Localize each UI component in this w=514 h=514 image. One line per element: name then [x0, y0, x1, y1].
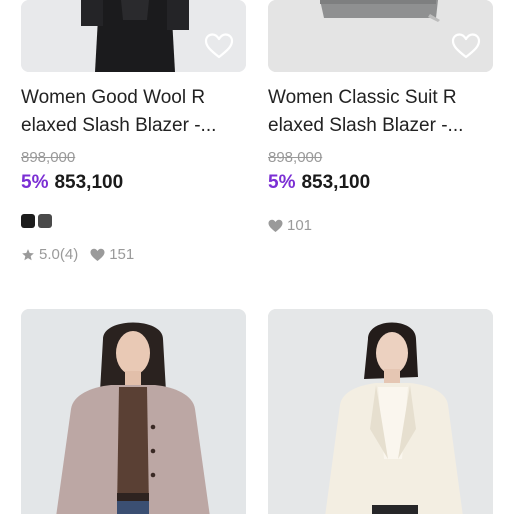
product-name-line: elaxed Slash Blazer -... [21, 115, 217, 136]
wishlist-button[interactable] [451, 32, 481, 60]
sale-price-row: 5% 853,100 [268, 172, 370, 194]
review-meta: 101 [268, 217, 312, 234]
original-price: 898,000 [268, 149, 323, 166]
review-meta: 5.0(4) 151 [21, 246, 134, 263]
product-image[interactable] [21, 309, 246, 514]
pink-jacket-model-photo [21, 309, 246, 514]
heart-filled-icon [90, 248, 105, 261]
product-name[interactable]: Women Good Wool R elaxed Slash Blazer -.… [21, 84, 246, 140]
ivory-blazer-model-photo [268, 309, 493, 514]
sale-price-row: 5% 853,100 [21, 172, 123, 194]
sale-price: 853,100 [301, 172, 371, 193]
like-count: 151 [109, 246, 135, 263]
discount-rate: 5% [21, 172, 49, 193]
discount-rate: 5% [268, 172, 296, 193]
color-swatch-black[interactable] [21, 214, 35, 228]
heart-outline-icon [204, 33, 234, 59]
rating-text: 5.0(4) [39, 246, 79, 263]
product-name-line: Women Classic Suit R [268, 87, 457, 108]
product-image[interactable] [21, 0, 246, 72]
like-count: 101 [287, 217, 313, 234]
wishlist-button[interactable] [204, 32, 234, 60]
color-swatches [21, 214, 52, 228]
heart-filled-icon [268, 219, 283, 232]
sale-price: 853,100 [54, 172, 124, 193]
color-swatch-charcoal[interactable] [38, 214, 52, 228]
original-price: 898,000 [21, 149, 76, 166]
product-image[interactable] [268, 309, 493, 514]
product-name-line: Women Good Wool R [21, 87, 206, 108]
product-name[interactable]: Women Classic Suit R elaxed Slash Blazer… [268, 84, 493, 140]
heart-outline-icon [451, 33, 481, 59]
product-name-line: elaxed Slash Blazer -... [268, 115, 464, 136]
product-image[interactable] [268, 0, 493, 72]
star-icon [22, 248, 34, 260]
